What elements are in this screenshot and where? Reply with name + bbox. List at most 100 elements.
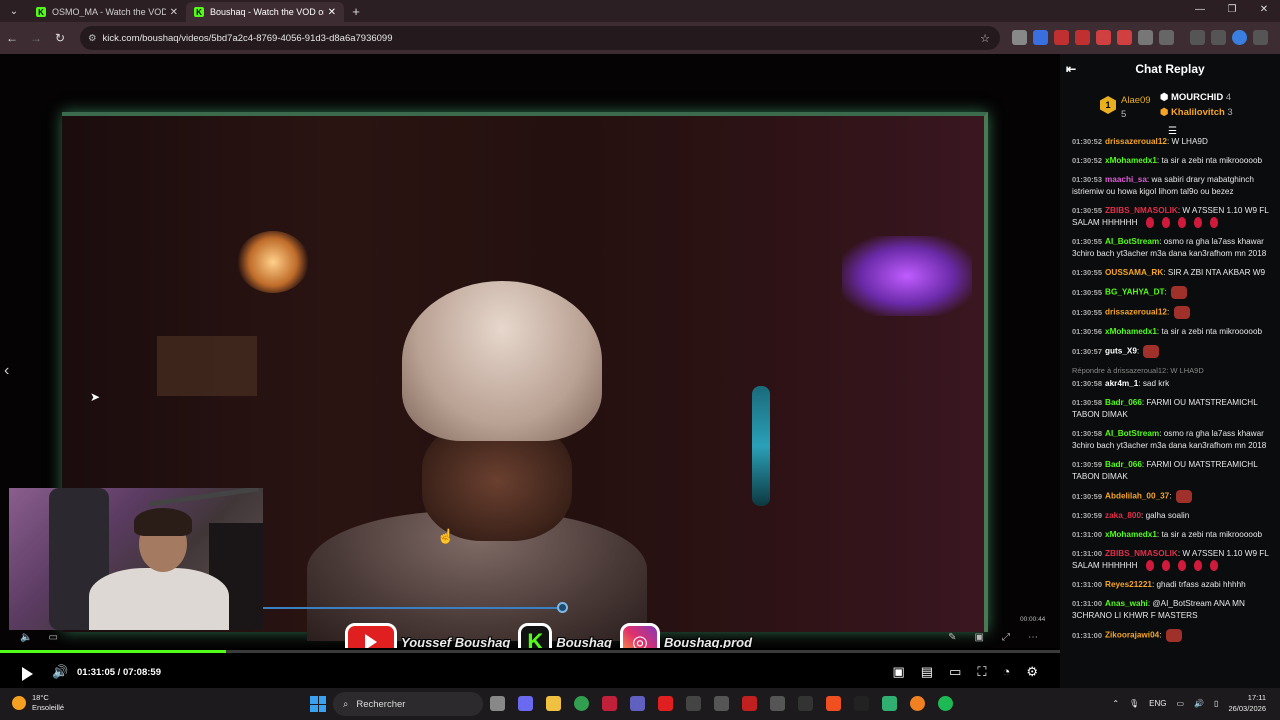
extension-icon[interactable]: [1117, 30, 1132, 45]
app-icon[interactable]: [714, 696, 729, 711]
tab-boushaq[interactable]: K Boushaq - Watch the VOD on Kick ✕: [186, 2, 344, 22]
taskbar-search[interactable]: ⌕ Rechercher: [333, 692, 483, 716]
emote-icon: [1165, 629, 1182, 642]
mic-icon[interactable]: 🎙: [1129, 699, 1139, 708]
seek-bar[interactable]: [0, 650, 1060, 653]
volume-icon[interactable]: 🔊: [52, 664, 68, 680]
message-username[interactable]: OUSSAMA_RK: [1105, 268, 1163, 277]
message-username[interactable]: ZBIBS_NMASOLIK: [1105, 549, 1178, 558]
copilot-icon[interactable]: [518, 696, 533, 711]
message-username[interactable]: Zikoorajawi04: [1105, 631, 1159, 640]
battery-icon[interactable]: ▯: [1214, 699, 1218, 708]
message-username[interactable]: xMohamedx1: [1105, 530, 1157, 539]
mic-arm: [149, 488, 259, 507]
youtube-app-icon[interactable]: [658, 696, 673, 711]
message-username[interactable]: AI_BotStream: [1105, 237, 1159, 246]
message-username[interactable]: xMohamedx1: [1105, 156, 1157, 165]
message-username[interactable]: Badr_066: [1105, 460, 1142, 469]
profile-avatar[interactable]: [1232, 30, 1247, 45]
close-tab-icon[interactable]: ✕: [170, 7, 178, 18]
close-tab-icon[interactable]: ✕: [328, 7, 336, 18]
close-window-icon[interactable]: ✕: [1248, 0, 1280, 20]
extension-icon[interactable]: [1096, 30, 1111, 45]
leader-name[interactable]: Alae09: [1121, 95, 1151, 106]
brave-icon[interactable]: [826, 696, 841, 711]
network-icon[interactable]: ▭: [1177, 699, 1185, 708]
maximize-icon[interactable]: ❐: [1216, 0, 1248, 20]
minimize-icon[interactable]: —: [1184, 0, 1216, 20]
embedded-expand-icon: ⤢: [1002, 632, 1010, 643]
chat-message: 01:30:55 drissazeroual12:: [1072, 306, 1270, 319]
bookmark-star-icon[interactable]: ☆: [980, 32, 990, 45]
spotify-icon[interactable]: [938, 696, 953, 711]
app-icon[interactable]: [686, 696, 701, 711]
reload-icon[interactable]: ↻: [48, 31, 72, 45]
leader-entry[interactable]: ⬢ Khalilovitch 3: [1160, 107, 1233, 118]
message-username[interactable]: BG_YAHYA_DT: [1105, 288, 1164, 297]
message-username[interactable]: AI_BotStream: [1105, 429, 1159, 438]
message-username[interactable]: drissazeroual12: [1105, 137, 1167, 146]
back-icon[interactable]: ←: [0, 31, 24, 45]
task-view-icon[interactable]: [490, 696, 505, 711]
leader-entry[interactable]: ⬢ MOURCHID 4: [1160, 92, 1231, 103]
firefox-icon[interactable]: [910, 696, 925, 711]
app-icon[interactable]: [742, 696, 757, 711]
extension-icon[interactable]: [1012, 30, 1027, 45]
clock[interactable]: 17:11 26/03/2026: [1228, 692, 1266, 714]
site-info-icon[interactable]: ⚙: [88, 33, 97, 44]
fullscreen-icon[interactable]: ⛶: [977, 664, 986, 680]
browser-menu-icon[interactable]: [1253, 30, 1268, 45]
settings-gear-icon[interactable]: ⚙: [1026, 664, 1038, 680]
tab-osmo[interactable]: K OSMO_MA - Watch the VOD on Kick ✕: [28, 2, 186, 22]
playback-speed-icon[interactable]: ◔: [1002, 664, 1010, 680]
reading-list-icon[interactable]: [1190, 30, 1205, 45]
forward-icon[interactable]: →: [24, 31, 48, 45]
message-username[interactable]: zaka_800: [1105, 511, 1141, 520]
weather-widget[interactable]: 18°C Ensoleillé: [12, 693, 64, 713]
message-username[interactable]: Badr_066: [1105, 398, 1142, 407]
teams-icon[interactable]: [630, 696, 645, 711]
extension-icon[interactable]: [1033, 30, 1048, 45]
emote-icon: [1161, 560, 1170, 572]
filter-icon[interactable]: ☰: [1168, 126, 1177, 137]
play-icon[interactable]: [22, 667, 33, 681]
app-icon[interactable]: [602, 696, 617, 711]
url-field[interactable]: ⚙ kick.com/boushaq/videos/5bd7a2c4-8769-…: [80, 26, 1000, 50]
speaker-icon[interactable]: 🔊: [1194, 699, 1204, 708]
app-icon[interactable]: [770, 696, 785, 711]
chevron-up-icon[interactable]: ⌃: [1112, 699, 1119, 708]
chrome-icon[interactable]: [574, 696, 589, 711]
extension-icon[interactable]: [1138, 30, 1153, 45]
chevron-left-icon[interactable]: ‹: [4, 362, 9, 380]
message-username[interactable]: xMohamedx1: [1105, 327, 1157, 336]
message-username[interactable]: maachi_sa: [1105, 175, 1147, 184]
message-username[interactable]: Anas_wahi: [1105, 599, 1148, 608]
tradingview-icon[interactable]: [854, 696, 869, 711]
current-time: 01:31:05: [77, 667, 116, 678]
message-username[interactable]: guts_X9: [1105, 347, 1137, 356]
tab-search-icon[interactable]: ⌄: [0, 0, 28, 22]
message-time: 01:30:59: [1072, 511, 1103, 520]
theater-mode-icon[interactable]: ▤: [921, 664, 933, 680]
message-username[interactable]: akr4m_1: [1105, 379, 1138, 388]
extension-icon[interactable]: [1054, 30, 1069, 45]
mini-player-icon[interactable]: ▭: [949, 664, 961, 680]
clip-icon[interactable]: ▣: [892, 664, 904, 680]
new-tab-button[interactable]: +: [344, 4, 368, 19]
windows-start-icon[interactable]: [310, 696, 326, 712]
message-username[interactable]: ZBIBS_NMASOLIK: [1105, 206, 1178, 215]
app-icon[interactable]: [882, 696, 897, 711]
video-player[interactable]: ‹ ➤ ☝ 00:00:44 🔈 ▭ ✎ ▣ ⤢ ⋯ Youssef Boush…: [0, 54, 1060, 688]
language[interactable]: ENG: [1149, 699, 1166, 708]
message-username[interactable]: drissazeroual12: [1105, 308, 1167, 317]
embedded-progress-bar: [263, 607, 563, 609]
xm-icon[interactable]: [798, 696, 813, 711]
download-icon[interactable]: [1211, 30, 1226, 45]
message-username[interactable]: Abdelilah_00_37: [1105, 492, 1169, 501]
file-explorer-icon[interactable]: [546, 696, 561, 711]
message-username[interactable]: Reyes21221: [1105, 580, 1152, 589]
extensions-puzzle-icon[interactable]: [1159, 30, 1174, 45]
message-text: W LHA9D: [1171, 137, 1208, 146]
extension-icon[interactable]: [1075, 30, 1090, 45]
collapse-chat-icon[interactable]: ⇤: [1066, 62, 1076, 76]
